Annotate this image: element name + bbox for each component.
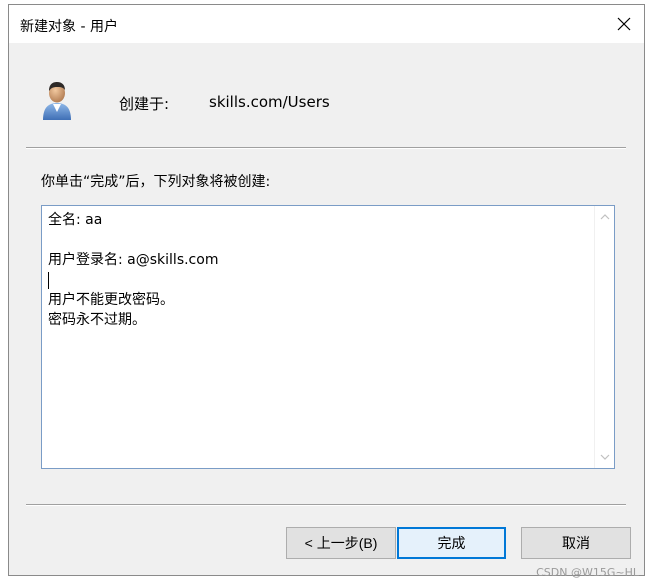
bottom-divider bbox=[26, 504, 626, 506]
finish-button[interactable]: 完成 bbox=[397, 527, 506, 559]
create-in-label: 创建于: bbox=[119, 95, 170, 113]
info-text: 你单击“完成”后，下列对象将被创建: bbox=[41, 174, 271, 190]
summary-line-logon: 用户登录名: a@skills.com bbox=[48, 252, 219, 268]
scroll-down-button[interactable] bbox=[595, 448, 615, 466]
text-caret bbox=[48, 271, 49, 289]
watermark: CSDN @W15G~HL bbox=[536, 566, 639, 579]
chevron-down-icon bbox=[600, 454, 610, 460]
scroll-up-button[interactable] bbox=[595, 208, 615, 226]
create-in-value: skills.com/Users bbox=[209, 93, 330, 111]
summary-line-fullname: 全名: aa bbox=[48, 212, 103, 228]
summary-textbox[interactable]: 全名: aa 用户登录名: a@skills.com 用户不能更改密码。 密码永… bbox=[41, 205, 615, 469]
summary-line-blank bbox=[48, 230, 588, 250]
vertical-scrollbar[interactable] bbox=[594, 206, 614, 468]
user-icon bbox=[43, 82, 71, 120]
title-bar: 新建对象 - 用户 bbox=[9, 5, 644, 43]
window-title: 新建对象 - 用户 bbox=[20, 19, 118, 35]
chevron-up-icon bbox=[600, 214, 610, 220]
summary-lines: 全名: aa 用户登录名: a@skills.com 用户不能更改密码。 密码永… bbox=[48, 210, 588, 330]
back-button[interactable]: < 上一步(B) bbox=[286, 527, 396, 559]
summary-line-cannot-change: 用户不能更改密码。 bbox=[48, 292, 174, 308]
summary-line-never-expires: 密码永不过期。 bbox=[48, 312, 146, 328]
dialog-window: 新建对象 - 用户 创建于: skills.com/Users 你单击“完成”后… bbox=[8, 4, 645, 576]
close-button[interactable] bbox=[604, 5, 644, 43]
cancel-button[interactable]: 取消 bbox=[521, 527, 631, 559]
close-icon bbox=[617, 17, 631, 31]
summary-line-caret bbox=[48, 270, 588, 290]
top-divider bbox=[26, 147, 626, 149]
